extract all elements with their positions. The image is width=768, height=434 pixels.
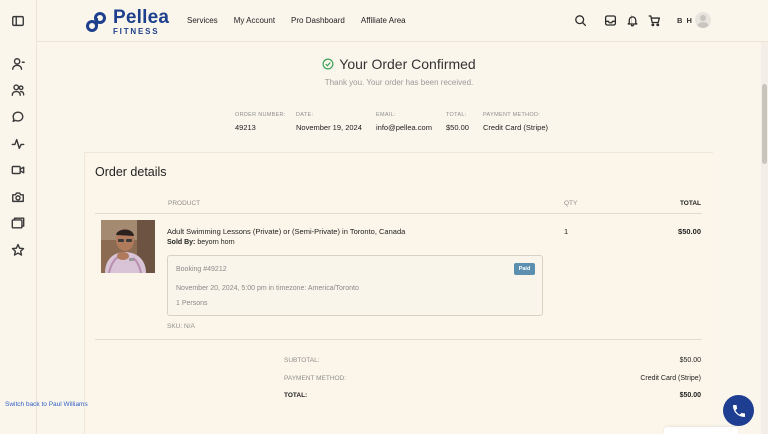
user-initials[interactable]: B H [677, 16, 693, 25]
users-icon[interactable] [11, 83, 25, 97]
sold-by-label: Sold By: [167, 239, 196, 246]
order-email-value: info@pellea.com [376, 123, 432, 132]
cart-icon[interactable] [648, 14, 661, 27]
booking-datetime: November 20, 2024, 5:00 pm in timezone: … [176, 285, 359, 292]
activity-icon[interactable] [11, 137, 25, 151]
booking-persons: 1 Persons [176, 300, 208, 307]
header-actions: B H [37, 12, 768, 30]
camera-icon[interactable] [11, 190, 25, 204]
column-header-total: TOTAL [679, 200, 701, 207]
order-total-label: TOTAL: [446, 112, 467, 118]
item-total: $50.00 [678, 227, 701, 236]
switch-back-link[interactable]: Switch back to Paul Williams [5, 401, 88, 408]
bell-icon[interactable] [626, 14, 639, 27]
confirmation-subtitle: Thank you. Your order has been received. [324, 78, 474, 87]
top-header: Pellea FITNESS Services My Account Pro D… [37, 0, 768, 42]
avatar[interactable] [695, 12, 711, 28]
order-date-label: DATE: [296, 112, 314, 118]
order-date-value: November 19, 2024 [296, 123, 362, 132]
header-divider-line [95, 213, 702, 214]
product-thumbnail[interactable] [101, 220, 155, 273]
folder-icon[interactable] [11, 216, 25, 230]
order-number-block: ORDER NUMBER: 49213 [235, 112, 286, 132]
item-qty: 1 [564, 227, 569, 236]
star-icon[interactable] [11, 243, 25, 257]
order-email-label: EMAIL: [376, 112, 396, 118]
check-circle-icon [322, 58, 334, 70]
order-number-label: ORDER NUMBER: [235, 112, 286, 118]
confirmation-heading: Your Order Confirmed [37, 56, 761, 72]
inbox-icon[interactable] [604, 14, 617, 27]
order-payment-value: Credit Card (Stripe) [483, 123, 549, 132]
left-rail [0, 0, 37, 434]
subtotal-value: $50.00 [679, 357, 701, 364]
grand-total-label: TOTAL: [284, 392, 308, 399]
order-number-value: 49213 [235, 123, 256, 132]
grand-total-value: $50.00 [679, 392, 701, 399]
phone-icon [732, 404, 745, 417]
order-total-block: TOTAL: $50.00 [446, 112, 469, 132]
item-sku: SKU: N/A [167, 323, 195, 330]
order-details-card: Order details PRODUCT QTY TOTAL Adult Sw… [84, 152, 713, 434]
column-header-qty: QTY [564, 200, 578, 207]
page-title: Your Order Confirmed [339, 56, 476, 72]
page-scrollbar[interactable] [761, 42, 768, 434]
product-name[interactable]: Adult Swimming Lessons (Private) or (Sem… [167, 227, 405, 236]
panel-toggle-icon[interactable] [11, 14, 25, 28]
video-icon[interactable] [11, 163, 25, 177]
order-payment-block: PAYMENT METHOD: Credit Card (Stripe) [483, 112, 548, 132]
sold-by: Sold By: beyorn horn [167, 239, 235, 246]
scrollbar-thumb[interactable] [762, 84, 767, 164]
status-badge: Paid [514, 263, 535, 275]
search-icon[interactable] [574, 14, 587, 27]
order-date-block: DATE: November 19, 2024 [296, 112, 362, 132]
column-header-product: PRODUCT [168, 200, 201, 207]
order-payment-label: PAYMENT METHOD: [483, 112, 541, 118]
subtotal-label: SUBTOTAL: [284, 357, 320, 364]
sold-by-vendor[interactable]: beyorn horn [197, 239, 234, 246]
booking-box: Booking #49212 Paid November 20, 2024, 5… [167, 255, 543, 316]
items-divider-line [95, 339, 702, 340]
call-support-button[interactable] [723, 395, 754, 426]
booking-number[interactable]: Booking #49212 [176, 266, 227, 273]
order-total-value: $50.00 [446, 123, 469, 132]
chat-icon[interactable] [11, 110, 25, 124]
order-details-title: Order details [95, 165, 167, 179]
order-email-block: EMAIL: info@pellea.com [376, 112, 432, 132]
user-icon[interactable] [11, 57, 25, 71]
chat-widget-edge[interactable] [664, 427, 738, 434]
payment-method-value: Credit Card (Stripe) [640, 375, 701, 382]
payment-method-label: PAYMENT METHOD: [284, 375, 347, 382]
